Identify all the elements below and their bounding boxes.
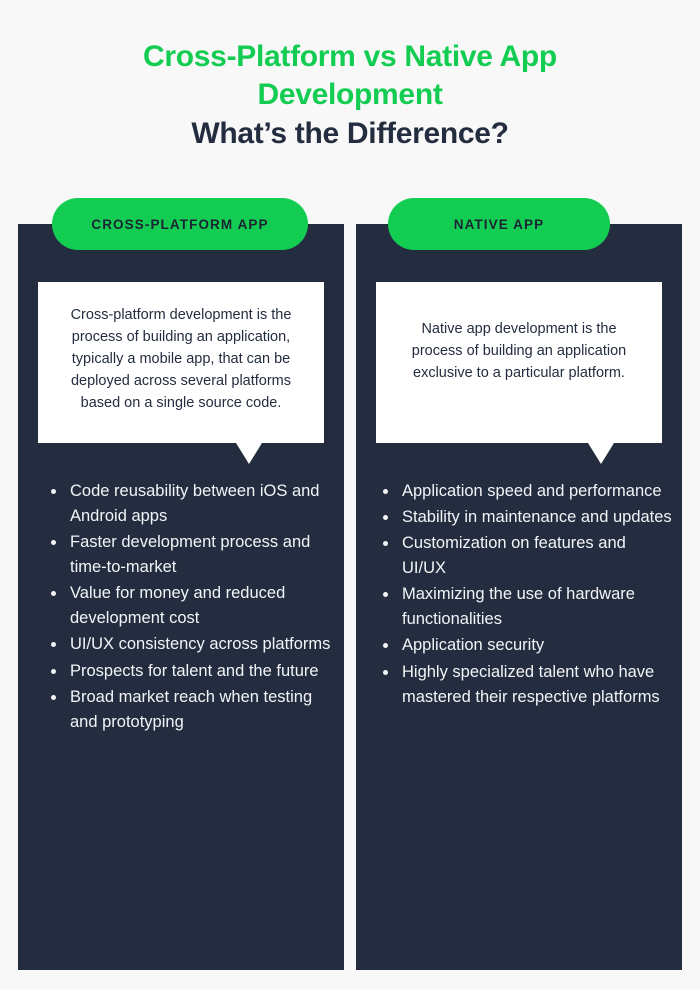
title-line-3: What’s the Difference? (191, 116, 509, 150)
column-cross-platform: CROSS-PLATFORM APP Cross-platform develo… (18, 198, 344, 970)
title-line-2: Development (257, 78, 443, 112)
description-text-cross-platform: Cross-platform development is the proces… (70, 307, 292, 412)
comparison-columns: CROSS-PLATFORM APP Cross-platform develo… (18, 198, 682, 970)
pill-label-native: NATIVE APP (453, 216, 545, 232)
list-item: Value for money and reduced development … (51, 581, 332, 631)
pill-header-cross-platform: CROSS-PLATFORM APP (52, 198, 308, 250)
list-item: Stability in maintenance and updates (383, 505, 672, 530)
list-item: Maximizing the use of hardware functiona… (383, 582, 672, 632)
bullet-list-native: Application speed and performance Stabil… (378, 479, 672, 711)
pill-label-cross-platform: CROSS-PLATFORM APP (91, 216, 269, 232)
list-item: Faster development process and time-to-m… (51, 530, 332, 580)
list-item: UI/UX consistency across platforms (51, 632, 332, 657)
description-bubble-native: Native app development is the process of… (376, 282, 662, 464)
title-line-1: Cross-Platform vs Native App (143, 40, 557, 73)
bubble-tail-icon (588, 443, 614, 464)
bubble-tail-icon (236, 443, 262, 464)
list-item: Highly specialized talent who have maste… (383, 660, 672, 710)
page-title: Cross-Platform vs Native App Development… (0, 38, 700, 153)
list-item: Code reusability between iOS and Android… (51, 479, 332, 529)
list-item: Customization on features and UI/UX (383, 531, 672, 581)
pill-header-native: NATIVE APP (388, 198, 610, 250)
bubble-wrap-native: Native app development is the process of… (376, 282, 662, 464)
description-bubble-cross-platform: Cross-platform development is the proces… (38, 282, 324, 464)
description-text-native: Native app development is the process of… (411, 321, 627, 382)
list-item: Application security (383, 633, 672, 658)
bullet-list-cross-platform: Code reusability between iOS and Android… (46, 479, 332, 736)
infographic-root: Cross-Platform vs Native App Development… (0, 0, 700, 990)
list-item: Prospects for talent and the future (51, 659, 332, 684)
list-item: Broad market reach when testing and prot… (51, 685, 332, 735)
bubble-wrap-cross-platform: Cross-platform development is the proces… (38, 282, 324, 464)
list-item: Application speed and performance (383, 479, 672, 504)
column-native: NATIVE APP Native app development is the… (356, 198, 682, 970)
